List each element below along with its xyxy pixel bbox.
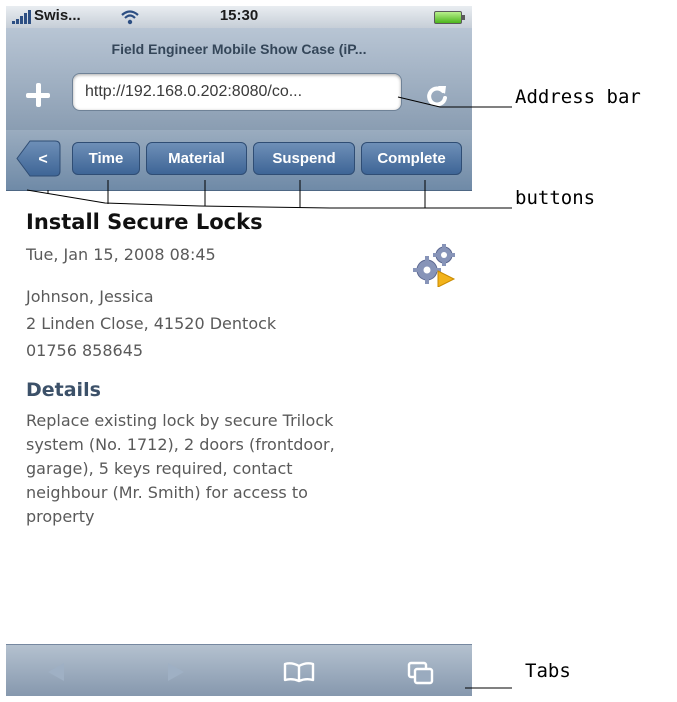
page-title: Field Engineer Mobile Show Case (iP... [111, 41, 367, 57]
address-url: http://192.168.0.202:8080/co... [85, 83, 303, 100]
contact-phone[interactable]: 01756 858645 [26, 341, 143, 360]
details-line: neighbour (Mr. Smith) for access to [26, 483, 308, 502]
material-button[interactable]: Material [146, 142, 247, 175]
suspend-button[interactable]: Suspend [253, 142, 355, 175]
annotation-buttons: buttons [515, 187, 596, 209]
contact-name: Johnson, Jessica [26, 287, 154, 306]
battery-icon [434, 11, 465, 24]
phone-screen: Swis... 15:30 Field Engineer Mobile Show… [6, 6, 472, 696]
time-button[interactable]: Time [72, 142, 140, 175]
back-arrow-icon[interactable] [44, 661, 68, 683]
status-time: 15:30 [219, 7, 259, 24]
browser-navigation-bar: Field Engineer Mobile Show Case (iP... h… [6, 28, 472, 130]
contact-address: 2 Linden Close, 41520 Dentock [26, 314, 277, 333]
address-bar[interactable]: http://192.168.0.202:8080/co... [72, 73, 402, 111]
browser-bottom-bar [6, 644, 472, 696]
details-line: system (No. 1712), 2 doors (frontdoor, [26, 435, 335, 454]
annotation-tabs: Tabs [525, 660, 571, 682]
tabs-icon[interactable] [406, 661, 436, 685]
task-title: Install Secure Locks [26, 210, 263, 234]
complete-button[interactable]: Complete [361, 142, 462, 175]
gears-icon[interactable] [410, 241, 458, 287]
action-toolbar: < Time Material Suspend Complete [6, 130, 472, 191]
details-line: property [26, 507, 95, 526]
reload-icon[interactable] [424, 83, 450, 109]
status-bar: Swis... 15:30 [6, 6, 472, 28]
back-button[interactable]: < [16, 140, 61, 177]
details-line: Replace existing lock by secure Trilock [26, 411, 334, 430]
forward-arrow-icon[interactable] [164, 661, 188, 683]
annotation-address-bar: Address bar [515, 86, 641, 108]
back-button-label: < [38, 151, 47, 168]
details-heading: Details [26, 379, 101, 401]
task-date: Tue, Jan 15, 2008 08:45 [26, 245, 216, 264]
bookmarks-icon[interactable] [282, 661, 316, 683]
plus-icon[interactable] [26, 83, 50, 107]
details-line: garage), 5 keys required, contact [26, 459, 293, 478]
